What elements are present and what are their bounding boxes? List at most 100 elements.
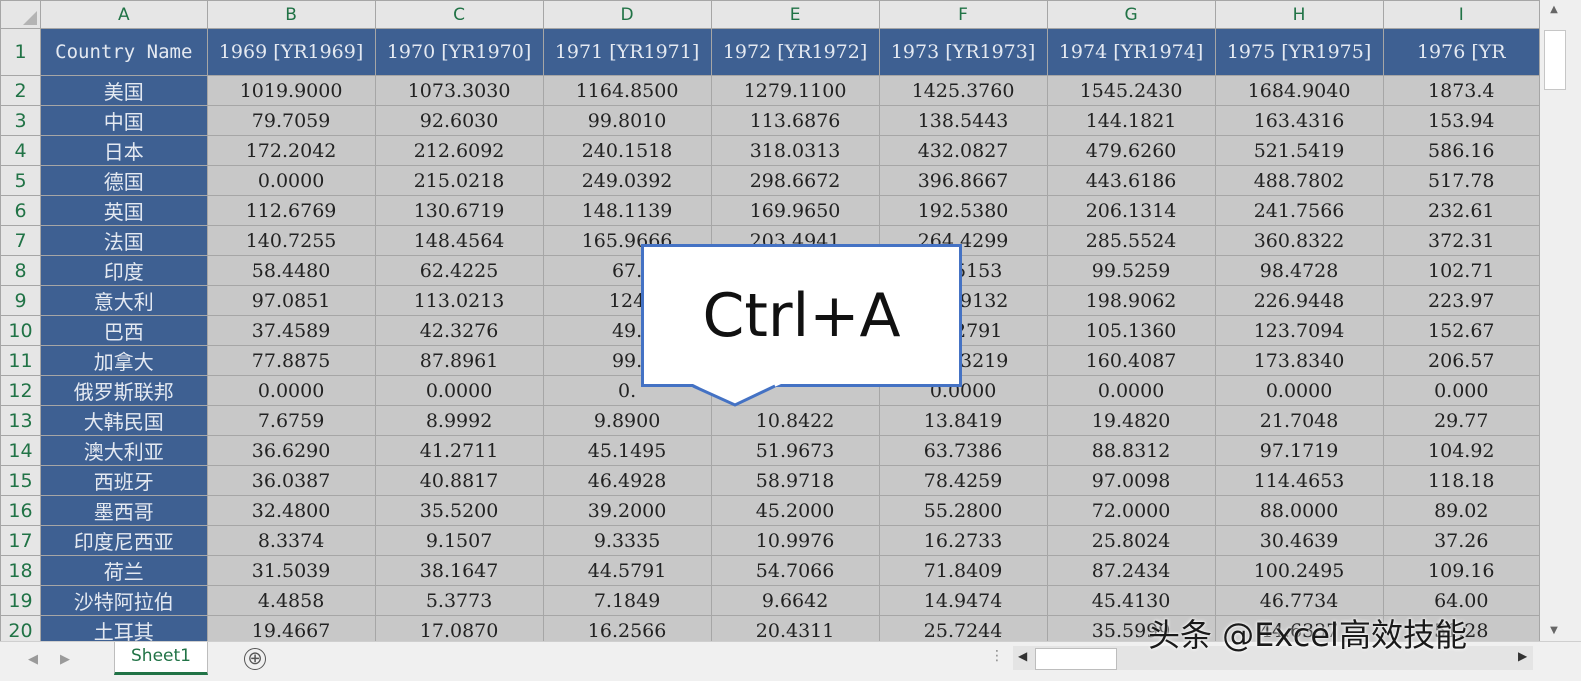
value-cell[interactable]: 396.8667 (878, 165, 1048, 196)
row-header[interactable]: 16 (0, 495, 42, 526)
header-cell-year[interactable]: 1973 [YR1973] (878, 28, 1048, 76)
value-cell[interactable]: 87.2434 (1046, 555, 1216, 586)
horizontal-scroll-thumb[interactable] (1035, 648, 1117, 670)
country-name-cell[interactable]: 墨西哥 (40, 495, 208, 526)
select-all-corner[interactable] (0, 0, 42, 29)
value-cell[interactable]: 35.5200 (374, 495, 544, 526)
scroll-right-icon[interactable]: ▶ (1518, 649, 1527, 663)
value-cell[interactable]: 105.1360 (1046, 315, 1216, 346)
header-cell-year[interactable]: 1974 [YR1974] (1046, 28, 1216, 76)
value-cell[interactable]: 37.26 (1382, 525, 1540, 556)
value-cell[interactable]: 148.4564 (374, 225, 544, 256)
country-name-cell[interactable]: 大韩民国 (40, 405, 208, 436)
row-header[interactable]: 5 (0, 165, 42, 196)
value-cell[interactable]: 10.9976 (710, 525, 880, 556)
value-cell[interactable]: 160.4087 (1046, 345, 1216, 376)
value-cell[interactable]: 153.94 (1382, 105, 1540, 136)
value-cell[interactable]: 488.7802 (1214, 165, 1384, 196)
prev-sheet-icon[interactable]: ◀ (28, 652, 38, 667)
value-cell[interactable]: 71.8409 (878, 555, 1048, 586)
value-cell[interactable]: 88.0000 (1214, 495, 1384, 526)
value-cell[interactable]: 14.9474 (878, 585, 1048, 616)
value-cell[interactable]: 51.9673 (710, 435, 880, 466)
value-cell[interactable]: 123.7094 (1214, 315, 1384, 346)
value-cell[interactable]: 1873.4 (1382, 75, 1540, 106)
row-header[interactable]: 19 (0, 585, 42, 616)
header-cell-year[interactable]: 1975 [YR1975] (1214, 28, 1384, 76)
value-cell[interactable]: 212.6092 (374, 135, 544, 166)
country-name-cell[interactable]: 加拿大 (40, 345, 208, 376)
value-cell[interactable]: 46.4928 (542, 465, 712, 496)
scroll-down-icon[interactable]: ▼ (1544, 624, 1564, 638)
value-cell[interactable]: 104.92 (1382, 435, 1540, 466)
value-cell[interactable]: 169.9650 (710, 195, 880, 226)
header-cell-year[interactable]: 1969 [YR1969] (206, 28, 376, 76)
row-header[interactable]: 20 (0, 615, 42, 641)
value-cell[interactable]: 241.7566 (1214, 195, 1384, 226)
country-name-cell[interactable]: 中国 (40, 105, 208, 136)
value-cell[interactable]: 8.3374 (206, 525, 376, 556)
country-name-cell[interactable]: 德国 (40, 165, 208, 196)
value-cell[interactable]: 521.5419 (1214, 135, 1384, 166)
country-name-cell[interactable]: 俄罗斯联邦 (40, 375, 208, 406)
value-cell[interactable]: 140.7255 (206, 225, 376, 256)
column-header-g[interactable]: G (1046, 0, 1216, 29)
value-cell[interactable]: 9.6642 (710, 585, 880, 616)
value-cell[interactable]: 5.3773 (374, 585, 544, 616)
value-cell[interactable]: 13.8419 (878, 405, 1048, 436)
vertical-scroll-thumb[interactable] (1544, 30, 1566, 90)
value-cell[interactable]: 44.5791 (542, 555, 712, 586)
row-header[interactable]: 17 (0, 525, 42, 556)
value-cell[interactable]: 206.57 (1382, 345, 1540, 376)
country-name-cell[interactable]: 印度 (40, 255, 208, 286)
header-cell-country-name[interactable]: Country Name (40, 28, 208, 76)
row-header[interactable]: 13 (0, 405, 42, 436)
country-name-cell[interactable]: 美国 (40, 75, 208, 106)
value-cell[interactable]: 152.67 (1382, 315, 1540, 346)
value-cell[interactable]: 9.8900 (542, 405, 712, 436)
value-cell[interactable]: 58.9718 (710, 465, 880, 496)
value-cell[interactable]: 72.0000 (1046, 495, 1216, 526)
column-header-i[interactable]: I (1382, 0, 1540, 29)
value-cell[interactable]: 17.0870 (374, 615, 544, 641)
value-cell[interactable]: 144.1821 (1046, 105, 1216, 136)
value-cell[interactable]: 7.6759 (206, 405, 376, 436)
country-name-cell[interactable]: 法国 (40, 225, 208, 256)
value-cell[interactable]: 173.8340 (1214, 345, 1384, 376)
value-cell[interactable]: 16.2733 (878, 525, 1048, 556)
value-cell[interactable]: 432.0827 (878, 135, 1048, 166)
value-cell[interactable]: 109.16 (1382, 555, 1540, 586)
value-cell[interactable]: 148.1139 (542, 195, 712, 226)
value-cell[interactable]: 19.4667 (206, 615, 376, 641)
value-cell[interactable]: 97.1719 (1214, 435, 1384, 466)
value-cell[interactable]: 63.7386 (878, 435, 1048, 466)
value-cell[interactable]: 114.4653 (1214, 465, 1384, 496)
value-cell[interactable]: 87.8961 (374, 345, 544, 376)
country-name-cell[interactable]: 荷兰 (40, 555, 208, 586)
row-header[interactable]: 6 (0, 195, 42, 226)
header-cell-year[interactable]: 1972 [YR1972] (710, 28, 880, 76)
value-cell[interactable]: 172.2042 (206, 135, 376, 166)
value-cell[interactable]: 4.4858 (206, 585, 376, 616)
column-header-d[interactable]: D (542, 0, 712, 29)
scroll-left-icon[interactable]: ◀ (1018, 649, 1027, 663)
value-cell[interactable]: 16.2566 (542, 615, 712, 641)
value-cell[interactable]: 99.8010 (542, 105, 712, 136)
value-cell[interactable]: 98.4728 (1214, 255, 1384, 286)
row-header[interactable]: 11 (0, 345, 42, 376)
row-header[interactable]: 10 (0, 315, 42, 346)
value-cell[interactable]: 479.6260 (1046, 135, 1216, 166)
value-cell[interactable]: 92.6030 (374, 105, 544, 136)
value-cell[interactable]: 97.0098 (1046, 465, 1216, 496)
value-cell[interactable]: 1425.3760 (878, 75, 1048, 106)
value-cell[interactable]: 39.2000 (542, 495, 712, 526)
row-header[interactable]: 8 (0, 255, 42, 286)
value-cell[interactable]: 19.4820 (1046, 405, 1216, 436)
value-cell[interactable]: 30.4639 (1214, 525, 1384, 556)
country-name-cell[interactable]: 澳大利亚 (40, 435, 208, 466)
row-header[interactable]: 15 (0, 465, 42, 496)
value-cell[interactable]: 360.8322 (1214, 225, 1384, 256)
value-cell[interactable]: 318.0313 (710, 135, 880, 166)
value-cell[interactable]: 58.4480 (206, 255, 376, 286)
value-cell[interactable]: 240.1518 (542, 135, 712, 166)
